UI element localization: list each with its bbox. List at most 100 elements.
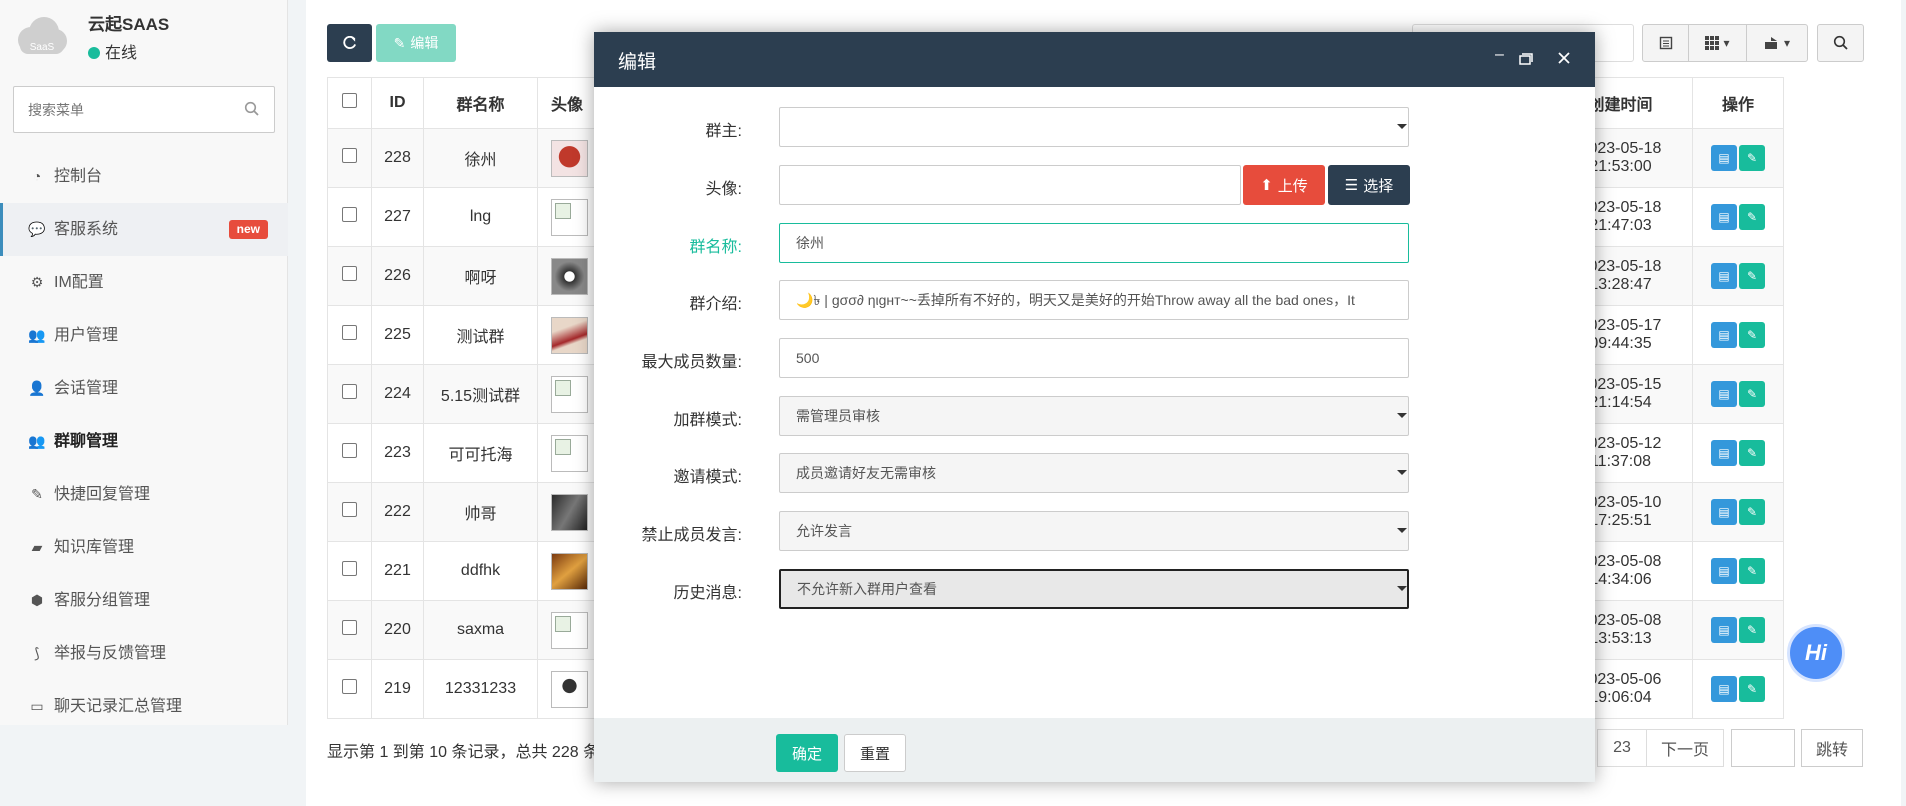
avatar-input[interactable]: [779, 165, 1241, 205]
jump-button[interactable]: 跳转: [1801, 729, 1863, 767]
maximize-icon[interactable]: [1519, 53, 1533, 65]
view-detail-button[interactable]: ▤: [1711, 499, 1737, 525]
search-menu[interactable]: [13, 86, 275, 133]
view-detail-button[interactable]: ▤: [1711, 145, 1737, 171]
edit-row-button[interactable]: ✎: [1739, 381, 1765, 407]
history-select[interactable]: 不允许新入群用户查看: [779, 569, 1409, 609]
minimize-icon[interactable]: –: [1495, 46, 1504, 64]
form-row-max-members: 最大成员数量: 500: [594, 338, 1595, 378]
row-checkbox[interactable]: [342, 325, 357, 340]
row-actions: ▤ ✎: [1692, 659, 1784, 719]
row-checkbox[interactable]: [342, 679, 357, 694]
form-row-avatar: 头像: ⬆ 上传 ☰ 选择: [594, 165, 1595, 205]
edit-row-button[interactable]: ✎: [1739, 145, 1765, 171]
row-name: 测试群: [423, 305, 538, 365]
view-detail-button[interactable]: ▤: [1711, 263, 1737, 289]
confirm-button[interactable]: 确定: [776, 734, 838, 772]
group-avatar-image: [551, 316, 588, 354]
row-name: 5.15测试群: [423, 364, 538, 424]
list-icon: ☰: [1344, 177, 1359, 194]
owner-select[interactable]: [779, 107, 1409, 147]
sidebar-bottom: [0, 725, 288, 806]
view-detail-button[interactable]: ▤: [1711, 440, 1737, 466]
sidebar-item-reports[interactable]: ⟆ 举报与反馈管理: [0, 627, 288, 680]
sidebar-item-customer-service[interactable]: 💬 客服系统 new: [0, 203, 288, 256]
row-checkbox[interactable]: [342, 502, 357, 517]
user-icon: 👤: [28, 380, 46, 396]
book-icon: ▰: [31, 539, 43, 555]
max-members-input[interactable]: 500: [779, 338, 1409, 378]
row-name: ddfhk: [423, 541, 538, 601]
modal-footer: 确定 重置: [594, 718, 1595, 782]
edit-row-button[interactable]: ✎: [1739, 204, 1765, 230]
edit-row-button[interactable]: ✎: [1739, 263, 1765, 289]
search-button[interactable]: [1817, 24, 1864, 62]
form-row-owner: 群主:: [594, 107, 1595, 147]
intro-input[interactable]: 🌙৳ | gσσ∂ ηιgнт~~丢掉所有不好的，明天又是美好的开始Throw …: [779, 280, 1409, 320]
mute-select[interactable]: 允许发言: [779, 511, 1409, 551]
name-label: 群名称:: [689, 239, 742, 256]
pencil-icon: ✎: [393, 34, 406, 51]
view-detail-button[interactable]: ▤: [1711, 676, 1737, 702]
edit-row-button[interactable]: ✎: [1739, 676, 1765, 702]
choose-label: 选择: [1363, 177, 1394, 195]
row-checkbox[interactable]: [342, 443, 357, 458]
pagination: 23 下一页: [1597, 729, 1724, 767]
row-select-cell: [327, 187, 372, 247]
sidebar-item-quick-reply[interactable]: ✎ 快捷回复管理: [0, 468, 288, 521]
group-avatar-image: [551, 198, 588, 236]
view-detail-button[interactable]: ▤: [1711, 204, 1737, 230]
view-detail-button[interactable]: ▤: [1711, 322, 1737, 348]
invite-mode-select[interactable]: 成员邀请好友无需审核: [779, 453, 1409, 493]
sidebar-item-label: 用户管理: [54, 327, 119, 344]
row-actions: ▤ ✎: [1692, 482, 1784, 542]
toggle-view-button[interactable]: [1643, 25, 1689, 61]
sidebar-item-sessions[interactable]: 👤 会话管理: [0, 362, 288, 415]
view-detail-button[interactable]: ▤: [1711, 558, 1737, 584]
search-menu-input[interactable]: [14, 87, 224, 132]
columns-dropdown-button[interactable]: ▾: [1689, 25, 1747, 61]
status-text: 在线: [105, 45, 138, 62]
upload-icon: ⬆: [1260, 177, 1273, 194]
refresh-button[interactable]: [327, 24, 372, 62]
edit-button[interactable]: ✎ 编辑: [376, 24, 456, 62]
page-23-button[interactable]: 23: [1597, 729, 1647, 767]
row-checkbox[interactable]: [342, 620, 357, 635]
join-mode-select[interactable]: 需管理员审核: [779, 396, 1409, 436]
edit-row-button[interactable]: ✎: [1739, 440, 1765, 466]
sidebar-item-dashboard[interactable]: ◔ 控制台: [0, 150, 288, 203]
name-input[interactable]: 徐州: [779, 223, 1409, 263]
close-icon[interactable]: [1558, 52, 1570, 64]
next-page-button[interactable]: 下一页: [1646, 729, 1724, 767]
sidebar-item-service-groups[interactable]: ⬢ 客服分组管理: [0, 574, 288, 627]
view-detail-button[interactable]: ▤: [1711, 381, 1737, 407]
search-icon[interactable]: [244, 101, 260, 117]
reset-button[interactable]: 重置: [844, 734, 906, 772]
edit-row-button[interactable]: ✎: [1739, 617, 1765, 643]
edit-row-button[interactable]: ✎: [1739, 322, 1765, 348]
export-dropdown-button[interactable]: ▾: [1747, 25, 1807, 61]
select-all-checkbox[interactable]: [342, 93, 357, 108]
jump-page-input[interactable]: [1731, 729, 1795, 767]
upload-button[interactable]: ⬆ 上传: [1243, 165, 1325, 205]
edit-row-button[interactable]: ✎: [1739, 558, 1765, 584]
sidebar-item-knowledge-base[interactable]: ▰ 知识库管理: [0, 521, 288, 574]
saas-cloud-avatar: SaaS: [18, 17, 67, 54]
row-checkbox[interactable]: [342, 266, 357, 281]
caret-down-icon: ▾: [1783, 36, 1791, 50]
col-name[interactable]: 群名称: [423, 77, 538, 129]
row-checkbox[interactable]: [342, 384, 357, 399]
row-checkbox[interactable]: [342, 207, 357, 222]
row-checkbox[interactable]: [342, 148, 357, 163]
sidebar-item-group-chat[interactable]: 👥 群聊管理: [0, 415, 288, 468]
hi-chat-bubble[interactable]: Hi: [1787, 624, 1845, 682]
row-checkbox[interactable]: [342, 561, 357, 576]
choose-button[interactable]: ☰ 选择: [1328, 165, 1410, 205]
col-id[interactable]: ID: [371, 77, 424, 129]
group-avatar-image: [551, 434, 588, 472]
edit-row-button[interactable]: ✎: [1739, 499, 1765, 525]
sidebar-item-im-config[interactable]: ⚙ IM配置: [0, 256, 288, 309]
view-detail-button[interactable]: ▤: [1711, 617, 1737, 643]
join-mode-label: 加群模式:: [673, 412, 742, 429]
sidebar-item-users[interactable]: 👥 用户管理: [0, 309, 288, 362]
